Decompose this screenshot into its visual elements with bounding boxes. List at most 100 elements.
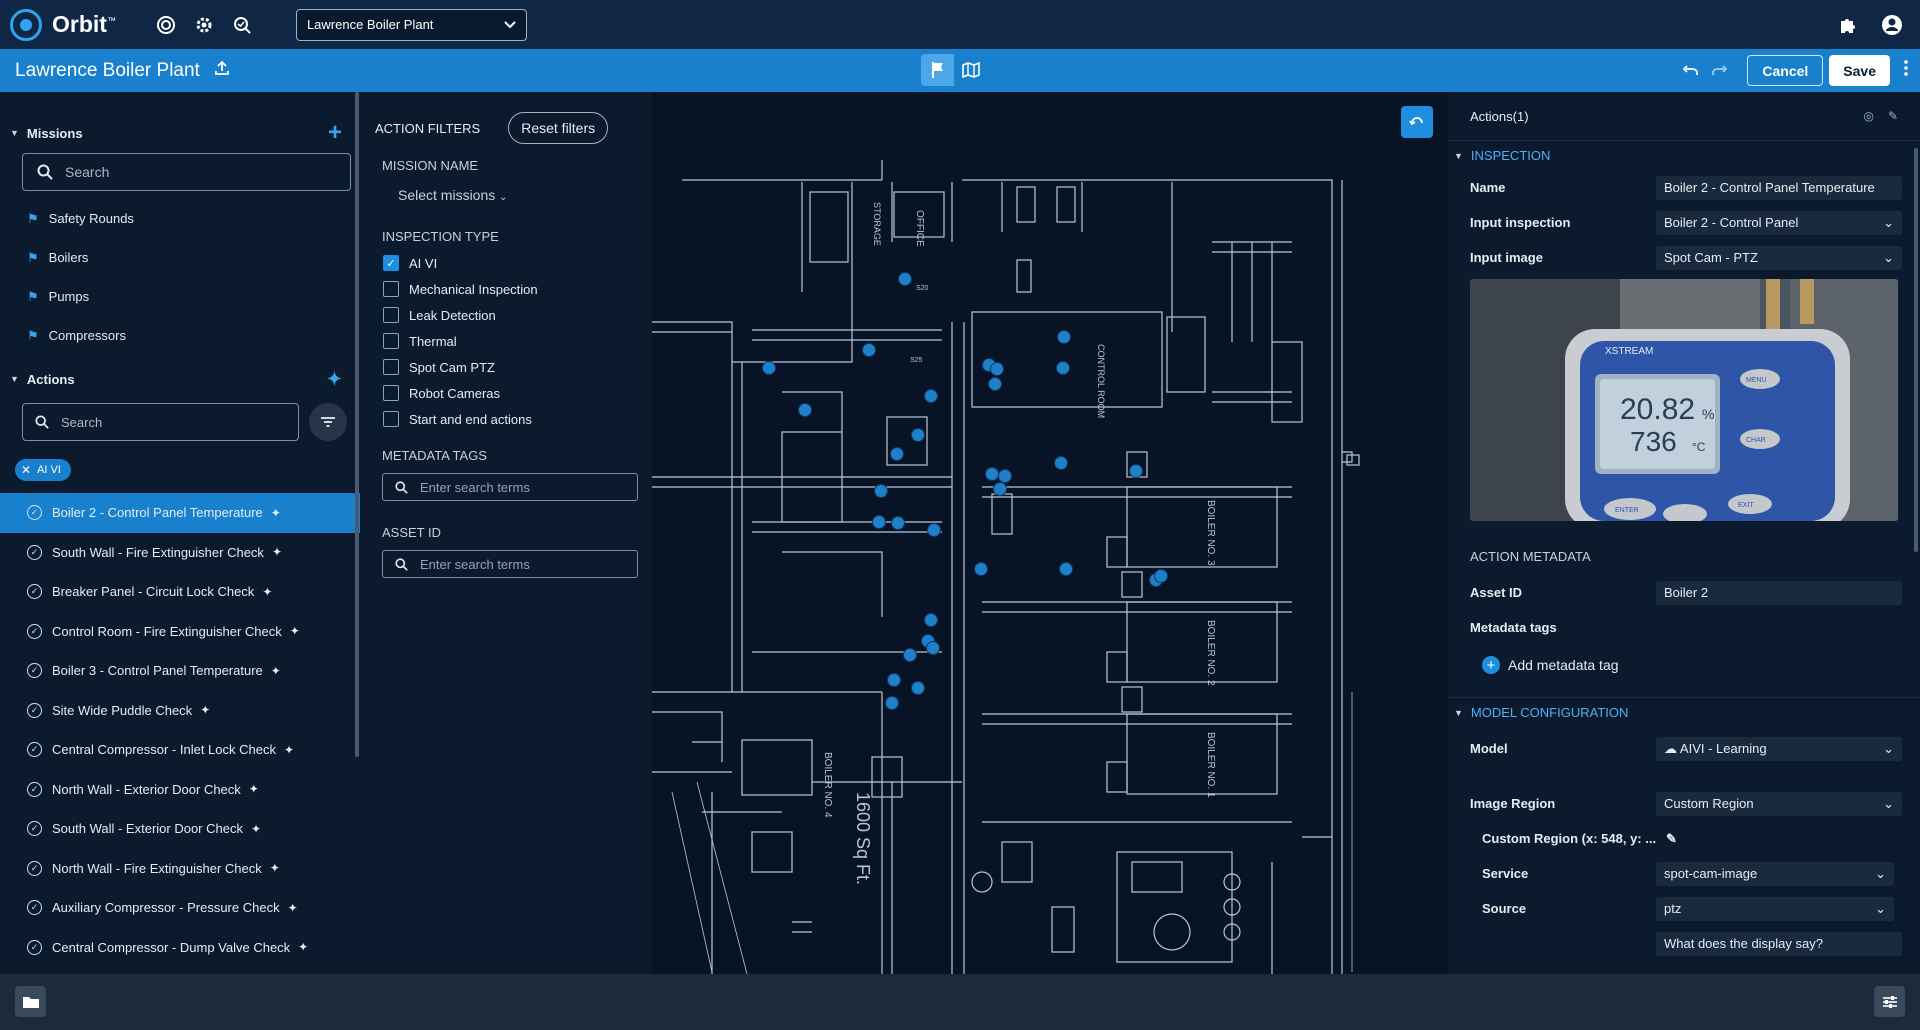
waypoint-marker[interactable] <box>911 428 925 442</box>
action-item[interactable]: ✓ Auxiliary Compressor - Pressure Check ✦ <box>0 888 360 928</box>
action-item[interactable]: ✓ North Wall - Exterior Door Check ✦ <box>0 770 360 810</box>
inspection-section-header[interactable]: ▼ INSPECTION <box>1448 140 1920 170</box>
flag-view-button[interactable] <box>921 54 954 86</box>
app-logo[interactable]: Orbit™ <box>10 8 116 41</box>
puzzle-icon[interactable] <box>1836 13 1860 37</box>
action-item[interactable]: ✓ Boiler 3 - Control Panel Temperature ✦ <box>0 651 360 691</box>
close-icon[interactable]: ✕ <box>21 463 31 477</box>
tune-button[interactable] <box>1874 986 1905 1017</box>
search-check-icon[interactable] <box>230 13 254 37</box>
waypoint-marker[interactable] <box>891 516 905 530</box>
waypoint-marker[interactable] <box>974 562 988 576</box>
model-select[interactable]: ☁ AIVI - Learning ⌄ <box>1656 736 1902 761</box>
waypoint-marker[interactable] <box>798 403 812 417</box>
waypoint-marker[interactable] <box>924 389 938 403</box>
action-item[interactable]: ✓ South Wall - Exterior Door Check ✦ <box>0 809 360 849</box>
map-view-button[interactable] <box>954 54 987 86</box>
filter-button[interactable] <box>309 403 347 441</box>
waypoint-marker[interactable] <box>1054 456 1068 470</box>
waypoint-marker[interactable] <box>1154 569 1168 583</box>
missions-search-input[interactable]: Search <box>22 153 351 191</box>
actions-search-input[interactable]: Search <box>22 403 299 441</box>
waypoint-marker[interactable] <box>1129 464 1143 478</box>
add-metadata-tag-button[interactable]: + Add metadata tag <box>1448 645 1920 685</box>
pencil-icon[interactable]: ✎ <box>1666 831 1677 847</box>
checkbox-thermal[interactable]: Thermal <box>383 328 652 354</box>
mission-item-pumps[interactable]: ⚑ Pumps <box>0 277 360 316</box>
waypoint-marker[interactable] <box>927 523 941 537</box>
source-select[interactable]: ptz ⌄ <box>1656 896 1894 921</box>
action-item[interactable]: ✓ South Wall - Fire Extinguisher Check ✦ <box>0 533 360 573</box>
waypoint-marker[interactable] <box>762 361 776 375</box>
more-vert-icon[interactable] <box>1904 60 1908 81</box>
action-item[interactable]: ✓ North Wall - Fire Extinguisher Check ✦ <box>0 849 360 889</box>
save-button[interactable]: Save <box>1829 55 1890 86</box>
floor-plan-map[interactable]: OFFICE STORAGE CONTROL ROOM BOILER NO. 3… <box>652 92 1448 974</box>
waypoint-marker[interactable] <box>988 377 1002 391</box>
redo-button[interactable] <box>1705 64 1735 77</box>
waypoint-marker[interactable] <box>1057 330 1071 344</box>
checkbox-leak-detection[interactable]: Leak Detection <box>383 302 652 328</box>
service-select[interactable]: spot-cam-image ⌄ <box>1656 861 1894 886</box>
plant-select[interactable]: Lawrence Boiler Plant <box>295 8 527 41</box>
checkbox-spot-cam-ptz[interactable]: Spot Cam PTZ <box>383 354 652 380</box>
missions-header[interactable]: ▼ Missions + <box>0 115 360 151</box>
waypoint-marker[interactable] <box>911 681 925 695</box>
checkbox-mechanical-inspection[interactable]: Mechanical Inspection <box>383 276 652 302</box>
mission-item-compressors[interactable]: ⚑ Compressors <box>0 316 360 355</box>
question-field[interactable]: What does the display say? <box>1656 931 1902 956</box>
waypoint-marker[interactable] <box>1059 562 1073 576</box>
action-item[interactable]: ✓ Central Compressor - Inlet Lock Check ✦ <box>0 730 360 770</box>
account-icon[interactable] <box>1880 13 1904 37</box>
add-action-sparkle-button[interactable]: ✦ <box>327 370 342 388</box>
waypoint-marker[interactable] <box>998 469 1012 483</box>
action-item[interactable]: ✓ Control Room - Fire Extinguisher Check ✦ <box>0 612 360 652</box>
metadata-tags-search[interactable]: Enter search terms <box>382 473 638 501</box>
waypoint-marker[interactable] <box>898 272 912 286</box>
waypoint-marker[interactable] <box>990 362 1004 376</box>
target-icon[interactable]: ◎ <box>1863 109 1873 123</box>
asset-id-search[interactable]: Enter search terms <box>382 550 638 578</box>
export-icon[interactable] <box>214 60 230 81</box>
waypoint-marker[interactable] <box>874 484 888 498</box>
edit-icon[interactable]: ✎ <box>1888 109 1898 123</box>
sidebar-scrollbar[interactable] <box>355 92 359 757</box>
model-config-section-header[interactable]: ▼ MODEL CONFIGURATION <box>1448 697 1920 727</box>
action-item[interactable]: ✓ Boiler 2 - Control Panel Temperature ✦ <box>0 493 360 533</box>
action-item[interactable]: ✓ Central Compressor - Dump Valve Check ✦ <box>0 928 360 968</box>
waypoint-marker[interactable] <box>926 641 940 655</box>
waypoint-marker[interactable] <box>872 515 886 529</box>
loop-return-button[interactable] <box>1401 106 1433 138</box>
panel-scrollbar[interactable] <box>1914 148 1918 552</box>
waypoint-marker[interactable] <box>993 482 1007 496</box>
input-inspection-select[interactable]: Boiler 2 - Control Panel ⌄ <box>1656 210 1902 235</box>
waypoint-marker[interactable] <box>890 447 904 461</box>
asset-id-field[interactable]: Boiler 2 <box>1656 580 1902 605</box>
action-item[interactable]: ✓ Breaker Panel - Circuit Lock Check ✦ <box>0 572 360 612</box>
action-item[interactable]: ✓ Site Wide Puddle Check ✦ <box>0 691 360 731</box>
waypoint-marker[interactable] <box>887 673 901 687</box>
undo-button[interactable] <box>1675 64 1705 77</box>
waypoint-marker[interactable] <box>985 467 999 481</box>
checkbox-ai-vi[interactable]: ✓ AI VI <box>383 250 652 276</box>
name-field[interactable]: Boiler 2 - Control Panel Temperature <box>1656 175 1902 200</box>
image-region-select[interactable]: Custom Region ⌄ <box>1656 791 1902 816</box>
checkbox-robot-cameras[interactable]: Robot Cameras <box>383 380 652 406</box>
mission-item-safety-rounds[interactable]: ⚑ Safety Rounds <box>0 199 360 238</box>
waypoint-marker[interactable] <box>903 648 917 662</box>
gear-icon[interactable] <box>192 13 216 37</box>
checkbox-start-end-actions[interactable]: Start and end actions <box>383 406 652 432</box>
reset-filters-button[interactable]: Reset filters <box>508 112 609 144</box>
add-mission-button[interactable]: + <box>328 121 342 145</box>
waypoint-marker[interactable] <box>862 343 876 357</box>
inspection-image-preview[interactable]: XSTREAM 20.82 % 736 °C MENU CHAR ENTER E… <box>1470 279 1898 521</box>
cancel-button[interactable]: Cancel <box>1747 55 1824 86</box>
actions-header[interactable]: ▼ Actions ✦ <box>0 361 360 397</box>
waypoint-marker[interactable] <box>885 696 899 710</box>
waypoint-marker[interactable] <box>1056 361 1070 375</box>
select-missions-dropdown[interactable]: Select missions ⌄ <box>398 187 652 203</box>
mission-item-boilers[interactable]: ⚑ Boilers <box>0 238 360 277</box>
input-image-select[interactable]: Spot Cam - PTZ ⌄ <box>1656 245 1902 270</box>
folder-button[interactable] <box>15 986 46 1017</box>
waypoint-marker[interactable] <box>924 613 938 627</box>
